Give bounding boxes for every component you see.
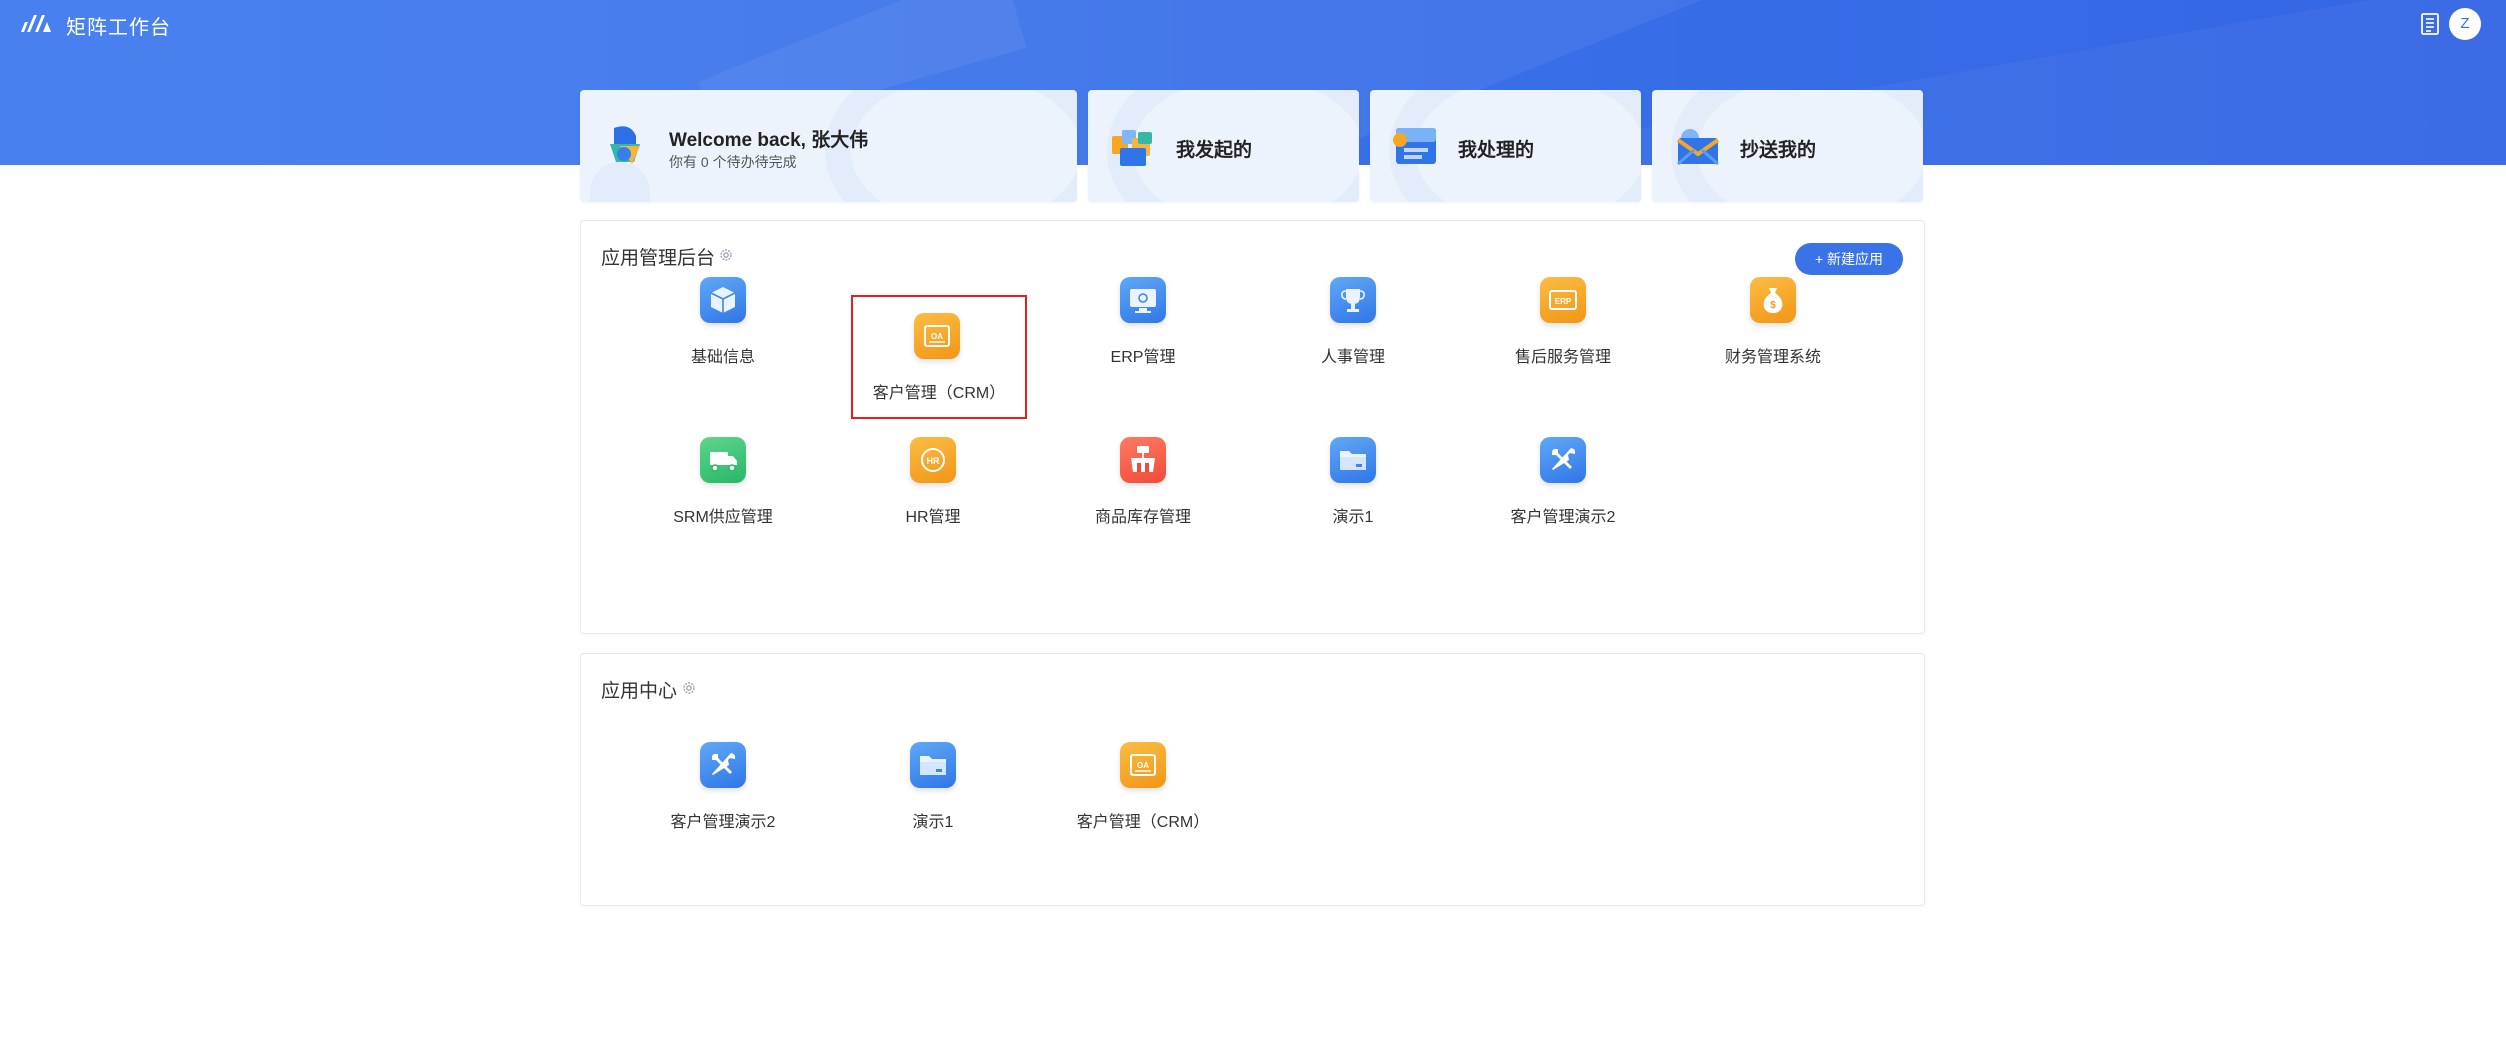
svg-text:ERP: ERP <box>1555 297 1572 306</box>
initiated-card[interactable]: 我发起的 <box>1088 90 1359 202</box>
app-center-title: 应用中心 <box>601 681 678 702</box>
document-icon[interactable] <box>2416 10 2444 38</box>
handled-title: 我处理的 <box>1458 140 1535 161</box>
initiated-icon <box>1112 130 1152 166</box>
app-title: 矩阵工作台 <box>66 17 171 39</box>
mail-icon <box>1676 129 1720 166</box>
hr-icon: HR <box>910 437 956 483</box>
top-bar: 矩阵工作台 Z <box>0 0 2506 48</box>
cc-title: 抄送我的 <box>1740 140 1817 161</box>
welcome-icon <box>610 126 640 164</box>
erp-icon: ERP <box>1540 277 1586 323</box>
user-avatar[interactable]: Z <box>2449 8 2481 40</box>
center-tile-crm[interactable]: OA 客户管理（CRM） <box>1057 726 1229 844</box>
monitor-icon <box>1120 277 1166 323</box>
welcome-card: Welcome back, 张大伟 你有 0 个待办待完成 <box>580 90 1077 202</box>
folder-icon <box>910 742 956 788</box>
app-label: 财务管理系统 <box>1724 349 1821 366</box>
app-label: 客户管理演示2 <box>1510 509 1616 526</box>
tools-icon <box>700 742 746 788</box>
app-label: HR管理 <box>905 509 961 526</box>
app-label: 演示1 <box>912 814 954 831</box>
app-center-panel: 应用中心 客户管理演示2 演示1 OA 客户管理（CRM） <box>580 653 1925 906</box>
app-tile-basic-info[interactable]: 基础信息 <box>637 261 809 379</box>
svg-text:OA: OA <box>931 332 943 341</box>
gear-icon[interactable] <box>681 680 697 696</box>
welcome-title: Welcome back, 张大伟 <box>669 130 869 151</box>
shop-icon <box>1120 437 1166 483</box>
svg-text:$: $ <box>1770 300 1776 311</box>
app-tile-hr[interactable]: HR HR管理 <box>847 421 1019 539</box>
app-tile-finance[interactable]: $ 财务管理系统 <box>1687 261 1859 379</box>
app-tile-after-sales[interactable]: ERP 售后服务管理 <box>1477 261 1649 379</box>
folder-icon <box>1330 437 1376 483</box>
truck-icon <box>700 437 746 483</box>
logo-icon <box>21 15 51 32</box>
cube-icon <box>700 277 746 323</box>
handled-icon <box>1393 128 1436 164</box>
app-tile-demo1[interactable]: 演示1 <box>1267 421 1439 539</box>
app-admin-panel: 应用管理后台 + 新建应用 基础信息 OA 客户管理（CRM） ERP管理 人事… <box>580 220 1925 634</box>
app-tile-inventory[interactable]: 商品库存管理 <box>1057 421 1229 539</box>
oa-icon: OA <box>914 313 960 359</box>
app-label: 商品库存管理 <box>1094 509 1191 526</box>
app-label: 基础信息 <box>690 349 755 366</box>
center-tile-crm-demo2[interactable]: 客户管理演示2 <box>637 726 809 844</box>
svg-text:HR: HR <box>927 456 940 466</box>
app-tile-crm-demo2[interactable]: 客户管理演示2 <box>1477 421 1649 539</box>
app-label: ERP管理 <box>1110 349 1176 366</box>
tools-icon <box>1540 437 1586 483</box>
cc-card[interactable]: 抄送我的 <box>1652 90 1923 202</box>
app-label: 演示1 <box>1332 509 1374 526</box>
trophy-icon <box>1330 277 1376 323</box>
app-label: 售后服务管理 <box>1514 349 1611 366</box>
app-label: 人事管理 <box>1320 349 1385 366</box>
money-bag-icon: $ <box>1750 277 1796 323</box>
app-label: 客户管理演示2 <box>670 814 776 831</box>
initiated-title: 我发起的 <box>1176 140 1253 161</box>
app-label: 客户管理（CRM） <box>872 385 1006 402</box>
oa-icon: OA <box>1120 742 1166 788</box>
svg-text:OA: OA <box>1137 761 1149 770</box>
app-tile-srm[interactable]: SRM供应管理 <box>637 421 809 539</box>
app-tile-crm[interactable]: OA 客户管理（CRM） <box>851 295 1027 419</box>
todo-summary: 你有 0 个待办待完成 <box>669 154 797 170</box>
center-tile-demo1[interactable]: 演示1 <box>847 726 1019 844</box>
app-label: 客户管理（CRM） <box>1076 814 1210 831</box>
handled-card[interactable]: 我处理的 <box>1370 90 1641 202</box>
app-tile-erp[interactable]: ERP管理 <box>1057 261 1229 379</box>
app-tile-hr-admin[interactable]: 人事管理 <box>1267 261 1439 379</box>
app-label: SRM供应管理 <box>673 509 773 526</box>
